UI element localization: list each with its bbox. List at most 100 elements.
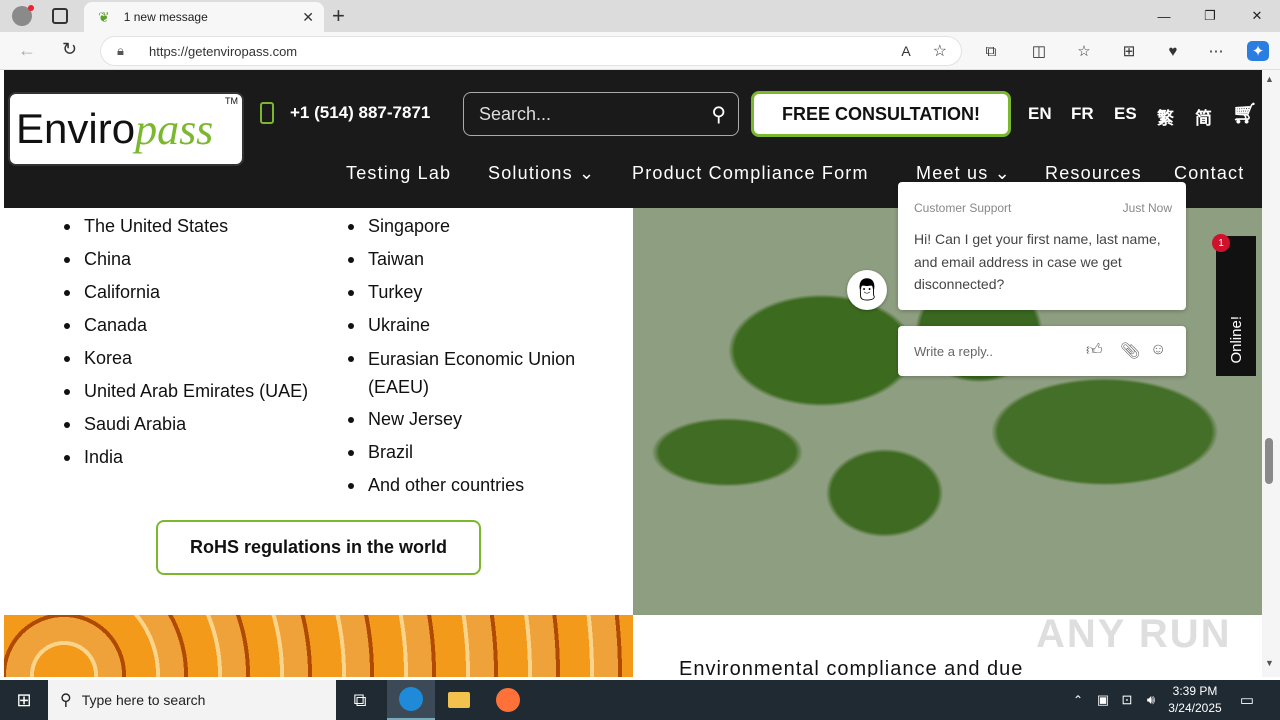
enviropass-logo[interactable]: Enviro pass TM xyxy=(8,92,244,166)
nav-product-compliance-form[interactable]: Product Compliance Form xyxy=(632,163,869,184)
refresh-icon[interactable]: ↻ xyxy=(62,39,77,60)
lang-en[interactable]: EN xyxy=(1028,104,1052,124)
more-menu-icon[interactable]: ⋯ xyxy=(1205,41,1227,61)
notification-dot xyxy=(28,5,34,11)
favorites-icon[interactable]: ☆ xyxy=(1073,41,1095,61)
nav-testing-lab[interactable]: Testing Lab xyxy=(346,163,451,184)
split-screen-icon[interactable]: ◫ xyxy=(1028,41,1050,61)
country-list-left: The United States China California Canad… xyxy=(64,210,324,474)
browser-tab[interactable]: ❦ 1 new message ✕ xyxy=(84,2,324,32)
url-text[interactable]: https://getenviropass.com xyxy=(149,44,901,59)
taskbar-search-input[interactable]: Type here to search xyxy=(82,692,206,708)
nav-contact[interactable]: Contact xyxy=(1174,163,1244,184)
section-heading: Environmental compliance and due xyxy=(679,658,1024,677)
phone-icon xyxy=(260,102,274,124)
list-item: Taiwan xyxy=(348,243,608,276)
tray-chevron-icon[interactable]: ⌃ xyxy=(1066,680,1090,720)
clock-time: 3:39 PM xyxy=(1172,684,1218,698)
list-item: China xyxy=(64,243,324,276)
list-item: Saudi Arabia xyxy=(64,408,324,441)
back-icon[interactable]: ← xyxy=(18,40,36,61)
page-scrollbar[interactable] xyxy=(1262,70,1280,677)
network-icon[interactable]: ⊡ xyxy=(1116,680,1138,720)
list-item: Ukraine xyxy=(348,309,608,342)
list-item: And other countries xyxy=(348,469,608,502)
tray-device-icon[interactable]: ▣ xyxy=(1092,680,1114,720)
scrollbar-thumb[interactable] xyxy=(1265,438,1273,484)
country-list-right: Singapore Taiwan Turkey Ukraine Eurasian… xyxy=(348,210,608,502)
list-item: Turkey xyxy=(348,276,608,309)
lang-zh-hant[interactable]: 繁 xyxy=(1157,104,1174,129)
chat-badge: 1 xyxy=(1212,234,1230,252)
chat-message-bubble: Customer Support Just Now Hi! Can I get … xyxy=(898,182,1186,310)
anyrun-watermark: ANY RUN xyxy=(1036,612,1232,656)
list-item: California xyxy=(64,276,324,309)
copilot-icon[interactable]: ✦ xyxy=(1247,41,1269,61)
list-item: Korea xyxy=(64,342,324,375)
rohs-regulations-button[interactable]: RoHS regulations in the world xyxy=(156,520,481,575)
close-window-button[interactable]: ✕ xyxy=(1234,0,1280,32)
start-windows-icon[interactable]: ⊞ xyxy=(0,680,48,720)
notifications-icon[interactable]: ▭ xyxy=(1232,680,1262,720)
task-view-icon[interactable]: ⧉ xyxy=(336,680,384,720)
chat-agent-name: Customer Support xyxy=(914,201,1012,215)
read-aloud-icon[interactable]: A xyxy=(901,43,910,59)
phone-number[interactable]: +1 (514) 887-7871 xyxy=(290,103,430,123)
attachment-icon[interactable]: 📎︎ xyxy=(1120,341,1140,361)
edge-taskbar-icon[interactable] xyxy=(387,680,435,720)
taskbar-search[interactable]: ⚲ Type here to search xyxy=(48,680,336,720)
list-item: The United States xyxy=(64,210,324,243)
clock-date: 3/24/2025 xyxy=(1168,701,1222,715)
list-item: New Jersey xyxy=(348,403,608,436)
lock-icon: 🔒︎ xyxy=(117,43,124,58)
collections-icon[interactable]: ⊞ xyxy=(1118,41,1140,61)
chat-message-text: Hi! Can I get your first name, last name… xyxy=(914,231,1161,292)
search-icon: ⚲ xyxy=(60,692,72,709)
file-explorer-icon[interactable] xyxy=(435,680,483,720)
taskbar-clock[interactable]: 3:39 PM 3/24/2025 xyxy=(1160,683,1230,717)
nav-resources[interactable]: Resources xyxy=(1045,163,1142,184)
minimize-button[interactable]: — xyxy=(1141,0,1187,32)
tab-close-icon[interactable]: ✕ xyxy=(302,9,314,26)
online-label: Online! xyxy=(1227,316,1245,364)
oranges-image xyxy=(4,615,633,677)
search-icon[interactable]: ⚲ xyxy=(711,102,726,127)
new-tab-button[interactable]: + xyxy=(332,3,345,29)
extensions-icon[interactable]: ⧉ xyxy=(980,41,1002,61)
lang-es[interactable]: ES xyxy=(1114,104,1137,124)
list-item: India xyxy=(64,441,324,474)
url-bar[interactable]: 🔒︎ https://getenviropass.com A ☆ xyxy=(100,36,962,66)
volume-icon[interactable]: 🔊︎ xyxy=(1140,680,1162,720)
list-item: Singapore xyxy=(348,210,608,243)
agent-avatar: 👨︎ xyxy=(847,270,887,310)
chat-timestamp: Just Now xyxy=(1122,201,1172,215)
tab-actions-icon[interactable] xyxy=(52,8,68,24)
performance-icon[interactable]: ♥ xyxy=(1162,41,1184,61)
lang-zh-hans[interactable]: 简 xyxy=(1195,104,1212,129)
cart-icon[interactable]: 🛒︎ xyxy=(1232,101,1257,126)
scroll-down-arrow[interactable]: ▼ xyxy=(1265,658,1274,668)
windows-taskbar: ⊞ ⚲ Type here to search ⧉ ⌃ ▣ ⊡ 🔊︎ ▭ xyxy=(0,680,1280,720)
search-input[interactable]: Search... xyxy=(479,104,711,125)
site-search[interactable]: Search... ⚲ xyxy=(463,92,739,136)
lang-fr[interactable]: FR xyxy=(1071,104,1094,124)
nav-meet-us[interactable]: Meet us ⌄ xyxy=(916,163,1011,184)
list-item: Brazil xyxy=(348,436,608,469)
nav-solutions[interactable]: Solutions ⌄ xyxy=(488,163,595,184)
chat-reply-input[interactable]: Write a reply.. xyxy=(914,344,993,359)
browser-titlebar: ❦ 1 new message ✕ + — ❐ ✕ xyxy=(0,0,1280,32)
firefox-icon[interactable] xyxy=(484,680,532,720)
chat-reply-box[interactable]: Write a reply.. 👍︎ 📎︎ ☺ xyxy=(898,326,1186,376)
free-consultation-button[interactable]: FREE CONSULTATION! xyxy=(751,91,1011,137)
chat-online-tab[interactable]: Online! xyxy=(1216,236,1256,376)
emoji-icon[interactable]: ☺ xyxy=(1150,341,1166,359)
tab-title: 1 new message xyxy=(123,10,208,24)
leaf-favicon-icon: ❦ xyxy=(98,8,110,25)
list-item: Canada xyxy=(64,309,324,342)
favorite-star-icon[interactable]: ☆ xyxy=(933,41,947,61)
scroll-up-arrow[interactable]: ▲ xyxy=(1265,74,1274,84)
thumbs-up-icon[interactable]: 👍︎ xyxy=(1086,341,1103,360)
list-item: Eurasian Economic Union (EAEU) xyxy=(348,342,608,403)
restore-button[interactable]: ❐ xyxy=(1187,0,1233,32)
list-item: United Arab Emirates (UAE) xyxy=(64,375,324,408)
